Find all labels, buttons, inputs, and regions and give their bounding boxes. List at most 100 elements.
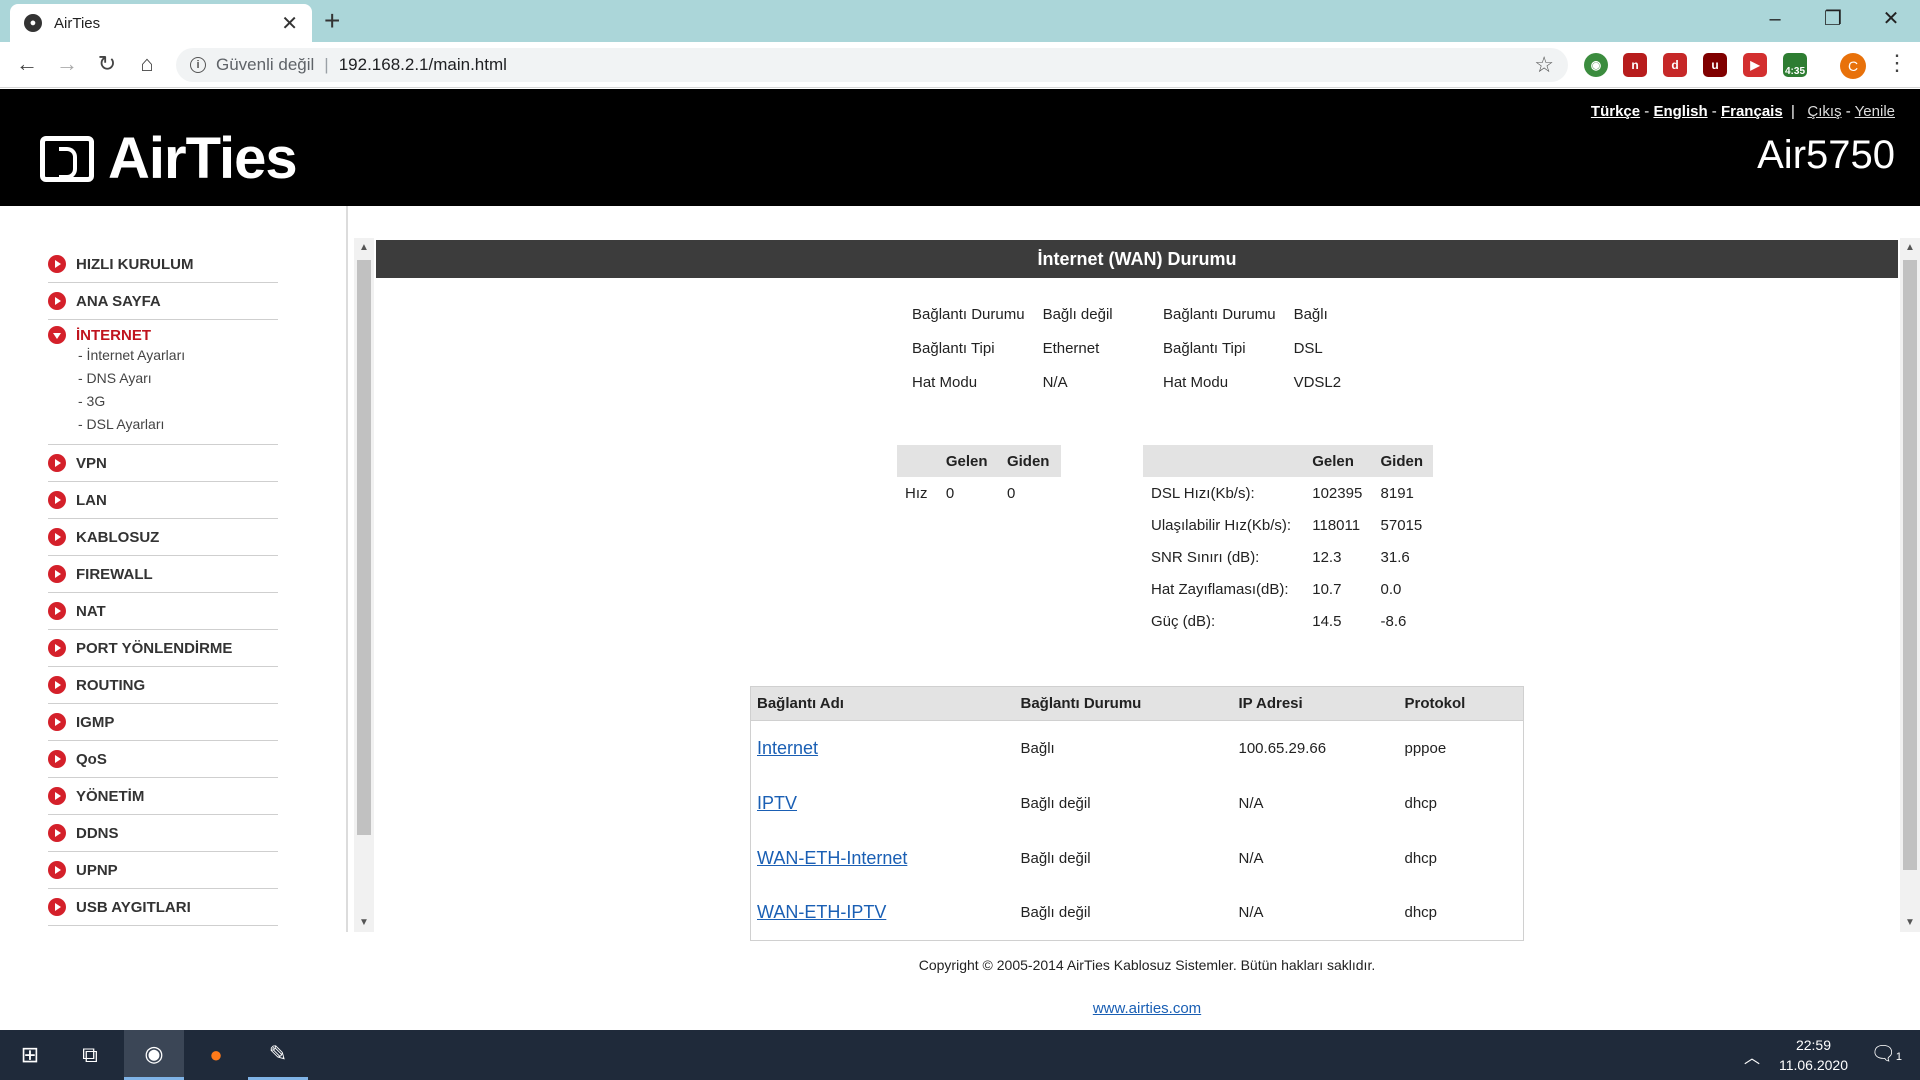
- nav-item[interactable]: UPNP: [48, 852, 278, 889]
- browser-tab[interactable]: ● AirTies ✕: [10, 4, 312, 42]
- nav-item[interactable]: PORT YÖNLENDİRME: [48, 630, 278, 667]
- right-scrollbar[interactable]: ▲ ▼: [1900, 238, 1920, 932]
- empty-header: [897, 445, 938, 477]
- address-bar[interactable]: i Güvenli değil | 192.168.2.1/main.html …: [176, 48, 1568, 82]
- nav-item-head[interactable]: İNTERNET: [48, 326, 151, 344]
- windows-start-icon[interactable]: ⊞: [0, 1030, 60, 1080]
- bookmark-star-icon[interactable]: ☆: [1534, 52, 1554, 78]
- forward-icon[interactable]: →: [52, 49, 82, 79]
- connection-name-link[interactable]: IPTV: [757, 793, 797, 813]
- scroll-down-icon[interactable]: ▼: [1905, 917, 1915, 928]
- lang-separator: |: [1786, 103, 1804, 120]
- connection-name-link[interactable]: Internet: [757, 738, 818, 758]
- scroll-up-icon[interactable]: ▲: [359, 242, 369, 253]
- nav-item-label: HIZLI KURULUM: [76, 255, 194, 273]
- new-tab-button[interactable]: +: [324, 6, 340, 36]
- connection-protocol: dhcp: [1404, 794, 1438, 812]
- extension-timer-icon[interactable]: 4:35: [1783, 53, 1807, 77]
- lang-turkish-link[interactable]: Türkçe: [1591, 103, 1640, 120]
- nav-arrow-icon: [48, 676, 66, 694]
- nav-item[interactable]: USB AYGITLARI: [48, 889, 278, 926]
- ublock-icon[interactable]: u: [1703, 53, 1727, 77]
- nav-item[interactable]: FIREWALL: [48, 556, 278, 593]
- nav-item[interactable]: ANA SAYFA: [48, 283, 278, 320]
- extension-n-icon[interactable]: n: [1623, 53, 1647, 77]
- lang-english-link[interactable]: English: [1653, 103, 1707, 120]
- nav-item[interactable]: İNTERNET - İnternet Ayarları - DNS Ayarı - …: [48, 320, 278, 445]
- page-title: İnternet (WAN) Durumu: [376, 240, 1898, 278]
- home-icon[interactable]: ⌂: [132, 49, 162, 79]
- nav-subitem[interactable]: - İnternet Ayarları: [78, 344, 185, 367]
- stat-out: 0.0: [1380, 580, 1402, 598]
- tab-close-icon[interactable]: ✕: [281, 11, 298, 36]
- taskbar-clock[interactable]: 22:59 11.06.2020: [1779, 1035, 1848, 1075]
- refresh-link[interactable]: Yenile: [1855, 103, 1895, 120]
- left-scrollbar[interactable]: ▲ ▼: [354, 238, 374, 932]
- nav-subitem[interactable]: - 3G: [78, 390, 105, 413]
- browser-menu-icon[interactable]: ⋮: [1886, 50, 1908, 76]
- nav-item-label: ROUTING: [76, 676, 146, 694]
- scroll-down-icon[interactable]: ▼: [359, 917, 369, 928]
- nav-item[interactable]: DDNS: [48, 815, 278, 852]
- back-icon[interactable]: ←: [12, 49, 42, 79]
- logout-link[interactable]: Çıkış: [1807, 103, 1841, 120]
- connection-name-link[interactable]: WAN-ETH-IPTV: [757, 902, 886, 922]
- nav-subitem[interactable]: - DSL Ayarları: [78, 413, 164, 436]
- tray-chevron-icon[interactable]: ︿: [1744, 1044, 1760, 1068]
- airties-site-link[interactable]: www.airties.com: [1093, 1000, 1201, 1017]
- stat-in: 118011: [1312, 516, 1361, 534]
- nav-item[interactable]: HIZLI KURULUM: [48, 246, 278, 283]
- value: VDSL2: [1293, 373, 1342, 391]
- scrollbar-thumb[interactable]: [1903, 260, 1917, 870]
- table-row: Ulaşılabilir Hız(Kb/s): 118011 57015: [1143, 509, 1433, 541]
- col-in-header: Gelen: [937, 445, 999, 477]
- chrome-taskbar-icon[interactable]: ◉: [124, 1030, 184, 1080]
- connection-ip: N/A: [1238, 849, 1264, 867]
- paint-taskbar-icon[interactable]: ✎: [248, 1030, 308, 1080]
- minimize-icon[interactable]: –: [1752, 4, 1798, 34]
- scrollbar-thumb[interactable]: [357, 260, 371, 835]
- nav-subitem[interactable]: - DNS Ayarı: [78, 367, 152, 390]
- nav-arrow-icon: [48, 861, 66, 879]
- connection-status: Bağlı: [1020, 739, 1055, 757]
- info-icon[interactable]: i: [190, 57, 206, 73]
- nav-item-label: IGMP: [76, 713, 115, 731]
- nav-item[interactable]: IGMP: [48, 704, 278, 741]
- lang-french-link[interactable]: Français: [1721, 103, 1783, 120]
- extension-play-icon[interactable]: ▶: [1743, 53, 1767, 77]
- nav-item[interactable]: LAN: [48, 482, 278, 519]
- taskbar: ⊞ ⧉ ◉ ● ✎ ︿ 22:59 11.06.2020 🗨1: [0, 1030, 1920, 1080]
- nav-item[interactable]: VPN: [48, 445, 278, 482]
- nav-item[interactable]: NAT: [48, 593, 278, 630]
- value: Bağlı değil: [1042, 305, 1113, 323]
- notification-icon[interactable]: 🗨1: [1870, 1041, 1902, 1066]
- table-row: Hat Zayıflaması(dB): 10.7 0.0: [1143, 573, 1433, 605]
- maximize-icon[interactable]: ❐: [1810, 4, 1856, 34]
- connection-name-link[interactable]: WAN-ETH-Internet: [757, 848, 907, 868]
- task-view-icon[interactable]: ⧉: [60, 1030, 120, 1080]
- reload-icon[interactable]: ↻: [92, 49, 122, 79]
- url-text[interactable]: 192.168.2.1/main.html: [339, 55, 507, 75]
- nav-item[interactable]: QoS: [48, 741, 278, 778]
- col-in-header: Gelen: [1304, 445, 1373, 477]
- firefox-taskbar-icon[interactable]: ●: [186, 1030, 246, 1080]
- nav-arrow-icon: [48, 491, 66, 509]
- globe-icon: ●: [24, 14, 42, 32]
- connection-cell: IPTV: [751, 776, 1015, 831]
- nav-arrow-icon: [48, 898, 66, 916]
- profile-avatar[interactable]: C: [1840, 53, 1866, 79]
- notification-count: 1: [1895, 1051, 1902, 1063]
- nav-item[interactable]: KABLOSUZ: [48, 519, 278, 556]
- lang-separator: -: [1845, 103, 1855, 120]
- extension-globe-icon[interactable]: ◉: [1584, 53, 1608, 77]
- connection-protocol: dhcp: [1404, 904, 1438, 922]
- window-close-icon[interactable]: ✕: [1868, 4, 1914, 34]
- extension-d-icon[interactable]: d: [1663, 53, 1687, 77]
- nav-item[interactable]: YÖNETİM: [48, 778, 278, 815]
- security-label: Güvenli değil: [216, 55, 315, 74]
- nav-item[interactable]: MEDYA SUNUCU: [48, 926, 278, 932]
- scroll-up-icon[interactable]: ▲: [1905, 242, 1915, 253]
- label: Hat Modu: [912, 373, 978, 391]
- connection-status: Bağlı değil: [1020, 794, 1091, 812]
- nav-item[interactable]: ROUTING: [48, 667, 278, 704]
